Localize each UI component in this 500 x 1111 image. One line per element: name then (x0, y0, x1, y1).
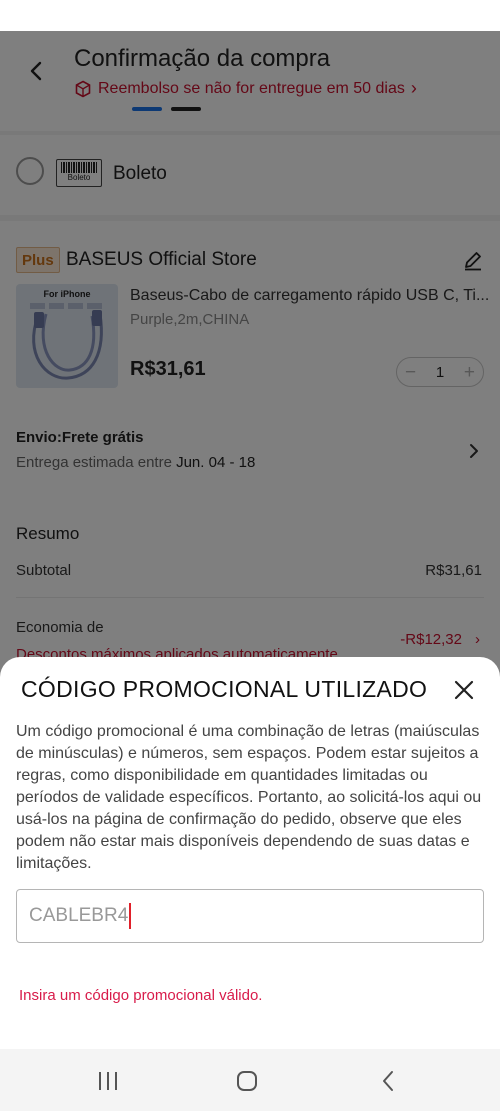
text-cursor (129, 903, 132, 929)
system-nav-bar (0, 1049, 500, 1111)
home-icon[interactable] (232, 1066, 262, 1096)
close-icon (454, 680, 474, 700)
app-screen: Confirmação da compra Reembolso se não f… (0, 31, 500, 1111)
status-bar (0, 0, 500, 31)
promo-code-value: CABLEBR4 (29, 905, 129, 926)
promo-code-sheet: CÓDIGO PROMOCIONAL UTILIZADO Um código p… (0, 657, 500, 1049)
back-icon[interactable] (373, 1066, 403, 1096)
promo-error-message: Insira um código promocional válido. (19, 987, 263, 1004)
sheet-title: CÓDIGO PROMOCIONAL UTILIZADO (21, 676, 428, 702)
close-button[interactable] (452, 678, 476, 702)
promo-code-input[interactable]: CABLEBR4 (16, 889, 484, 943)
recents-icon[interactable] (93, 1066, 123, 1096)
promo-description: Um código promocional é uma combinação d… (16, 723, 482, 872)
